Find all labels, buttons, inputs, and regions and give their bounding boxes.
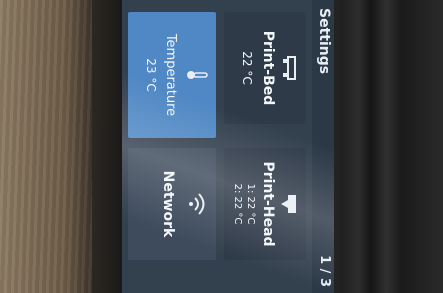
page-title: Settings	[316, 8, 332, 75]
print-head-nozzle-1: 1: 22 °C	[245, 183, 256, 225]
print-bed-label: Print-Bed	[260, 30, 276, 106]
touch-screen: Settings 1 / 3 Print-Bed 22 °C Print-Hea…	[122, 0, 334, 293]
network-tile[interactable]: Network	[128, 148, 216, 260]
print-bed-value: 22 °C	[240, 51, 254, 85]
print-head-label: Print-Head	[260, 161, 276, 247]
bed-icon	[277, 55, 298, 81]
print-bed-tile[interactable]: Print-Bed 22 °C	[224, 12, 306, 124]
nozzle-icon	[275, 191, 298, 217]
temperature-tile[interactable]: Temperature 23 °C	[128, 12, 216, 138]
wifi-icon	[183, 192, 206, 216]
temperature-label: Temperature	[163, 33, 178, 117]
printer-frame	[340, 0, 443, 293]
print-head-tile[interactable]: Print-Head 1: 22 °C 2: 22 °C	[224, 148, 306, 260]
wood-panel	[0, 0, 92, 293]
temperature-value: 23 °C	[144, 58, 158, 92]
screen-ui: Settings 1 / 3 Print-Bed 22 °C Print-Hea…	[122, 0, 334, 293]
thermometer-icon	[181, 68, 208, 82]
network-label: Network	[160, 170, 176, 238]
page-indicator[interactable]: 1 / 3	[317, 255, 332, 287]
print-head-nozzle-2: 2: 22 °C	[232, 183, 243, 225]
photo: Settings 1 / 3 Print-Bed 22 °C Print-Hea…	[0, 0, 443, 293]
top-bar: Settings 1 / 3	[312, 0, 334, 293]
